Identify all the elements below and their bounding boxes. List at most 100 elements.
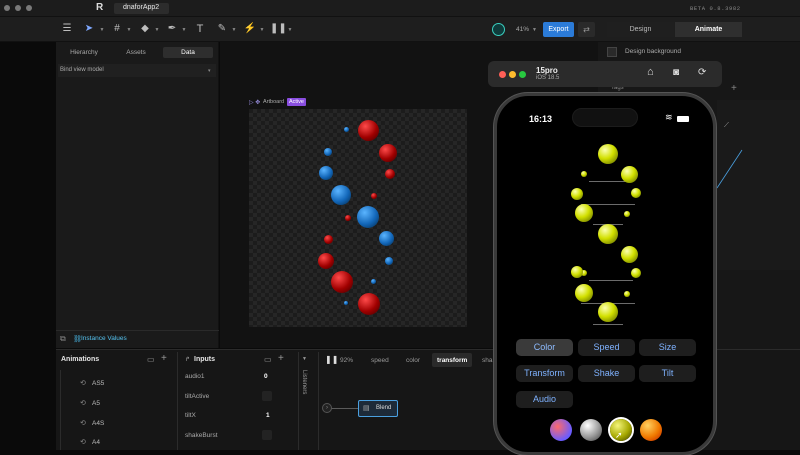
entry-node[interactable]: › [322, 403, 332, 413]
swatch-purple[interactable] [550, 419, 572, 441]
animation-item-a4[interactable]: A4 [92, 439, 100, 446]
yellow-sphere [571, 188, 583, 200]
select-tool-icon[interactable]: ➤ [82, 22, 96, 36]
bind-view-model-select[interactable]: Bind view model ▾ [58, 64, 216, 77]
screenshot-icon[interactable]: ◙ [673, 67, 679, 78]
tab-hierarchy[interactable]: Hierarchy [59, 47, 109, 58]
window-close-button[interactable] [4, 5, 10, 11]
instance-values-label[interactable]: Instance Values [81, 335, 127, 342]
yellow-sphere [575, 284, 593, 302]
chevron-down-icon[interactable]: ▼ [177, 23, 191, 37]
layout-tool-icon[interactable]: ❚❚ [270, 22, 287, 36]
share-icon[interactable]: ⇄ [578, 22, 595, 37]
menu-icon[interactable]: ☰ [60, 22, 74, 36]
folder-icon[interactable]: ▭ [147, 355, 155, 364]
tilt-active-checkbox[interactable] [262, 391, 272, 401]
design-background-label[interactable]: Design background [625, 48, 681, 55]
home-icon[interactable]: ⌂ [647, 66, 654, 78]
chevron-down-icon[interactable]: ▼ [532, 27, 537, 33]
tab-data[interactable]: Data [163, 47, 213, 58]
yellow-sphere [598, 224, 618, 244]
artboard[interactable] [249, 109, 467, 327]
red-sphere [379, 144, 397, 162]
animation-icon: ⟲ [80, 420, 86, 427]
version-label: BETA 0.8.3982 [690, 5, 741, 12]
input-value[interactable]: 1 [266, 412, 270, 419]
window-minimize-button[interactable] [15, 5, 21, 11]
battery-icon [677, 116, 689, 122]
artboard-name[interactable]: Artboard [263, 99, 284, 105]
export-button[interactable]: Export [543, 22, 574, 37]
swatch-silver[interactable] [580, 419, 602, 441]
yellow-sphere [631, 188, 641, 198]
blend-icon: ▤ [363, 405, 370, 412]
size-button[interactable]: Size [639, 339, 696, 356]
speed-button[interactable]: Speed [578, 339, 635, 356]
document-tab-title[interactable]: dnaforApp2 [123, 4, 159, 11]
animation-item-a4s[interactable]: A4S [92, 420, 104, 427]
timeline-tab-speed[interactable]: speed [371, 357, 389, 364]
add-input-button[interactable]: + [278, 353, 284, 364]
chevron-down-icon[interactable]: ▼ [255, 23, 269, 37]
sim-zoom-button[interactable] [519, 71, 526, 78]
blue-sphere [385, 257, 393, 265]
title-bar: R dnaforApp2 BETA 0.8.3982 [0, 0, 800, 17]
input-icon: ↱ [185, 357, 191, 363]
folder-icon[interactable]: ▭ [264, 355, 272, 364]
timeline-tab-shake[interactable]: sha [482, 357, 492, 364]
animations-header: Animations [61, 356, 100, 363]
blue-sphere [357, 206, 379, 228]
app-logo[interactable]: R [96, 2, 103, 13]
red-sphere [318, 253, 334, 269]
chevron-down-icon[interactable]: ▼ [302, 356, 307, 362]
chevron-down-icon[interactable]: ▼ [227, 23, 241, 37]
input-name: shakeBurst [185, 432, 218, 439]
input-name: tiltX [185, 412, 196, 419]
blend-node[interactable]: ▤ Blend [358, 400, 398, 417]
shake-button[interactable]: Shake [578, 365, 635, 382]
rotate-icon[interactable]: ⟳ [698, 67, 706, 78]
red-sphere [371, 193, 377, 199]
listeners-label[interactable]: Listeners [301, 370, 307, 394]
transform-button[interactable]: Transform [516, 365, 573, 382]
chevron-down-icon[interactable]: ▼ [122, 23, 136, 37]
color-button[interactable]: Color [516, 339, 573, 356]
blue-sphere [379, 231, 394, 246]
sim-os-version: iOS 18.5 [536, 75, 560, 81]
animation-item-as5[interactable]: AS5 [92, 380, 104, 387]
user-avatar[interactable] [492, 23, 505, 36]
yellow-sphere [571, 266, 583, 278]
tab-assets[interactable]: Assets [110, 47, 162, 58]
sim-minimize-button[interactable] [509, 71, 516, 78]
audio-button[interactable]: Audio [516, 391, 573, 408]
window-zoom-button[interactable] [26, 5, 32, 11]
tab-animate[interactable]: Animate [675, 22, 742, 37]
chevron-down-icon[interactable]: ▼ [283, 23, 297, 37]
artboard-icon: ▷ ✥ [249, 100, 261, 106]
add-icon[interactable]: + [731, 83, 737, 94]
tilt-button[interactable]: Tilt [639, 365, 696, 382]
red-sphere [385, 169, 395, 179]
curve-icon[interactable]: ⟋ [724, 122, 729, 130]
timeline-tab-color[interactable]: color [406, 357, 420, 364]
simulator-titlebar[interactable]: 15pro iOS 18.5 ⌂ ◙ ⟳ [488, 61, 722, 87]
panel-toggle-icon[interactable]: ⧉ [60, 334, 66, 344]
swatch-orange[interactable] [640, 419, 662, 441]
input-value[interactable]: 0 [264, 373, 268, 380]
phone-simulator[interactable]: 16:13 ≋ Color Speed Size Transform Shake… [494, 93, 716, 455]
animation-item-a5[interactable]: A5 [92, 400, 100, 407]
status-time: 16:13 [529, 114, 553, 124]
shake-burst-trigger[interactable] [262, 430, 272, 440]
zoom-level[interactable]: 41% [516, 26, 529, 33]
sim-close-button[interactable] [499, 71, 506, 78]
pause-icon[interactable]: ❚❚ [325, 355, 338, 364]
chevron-down-icon[interactable]: ▼ [95, 23, 109, 37]
blend-label: Blend [376, 405, 392, 411]
tab-design[interactable]: Design [607, 22, 674, 37]
chevron-down-icon[interactable]: ▼ [150, 23, 164, 37]
text-tool-icon[interactable]: T [193, 22, 207, 36]
graph-panel [717, 100, 800, 270]
timeline-tab-transform[interactable]: transform [437, 357, 467, 364]
timeline-zoom[interactable]: 92% [340, 357, 353, 364]
add-animation-button[interactable]: + [161, 353, 167, 364]
